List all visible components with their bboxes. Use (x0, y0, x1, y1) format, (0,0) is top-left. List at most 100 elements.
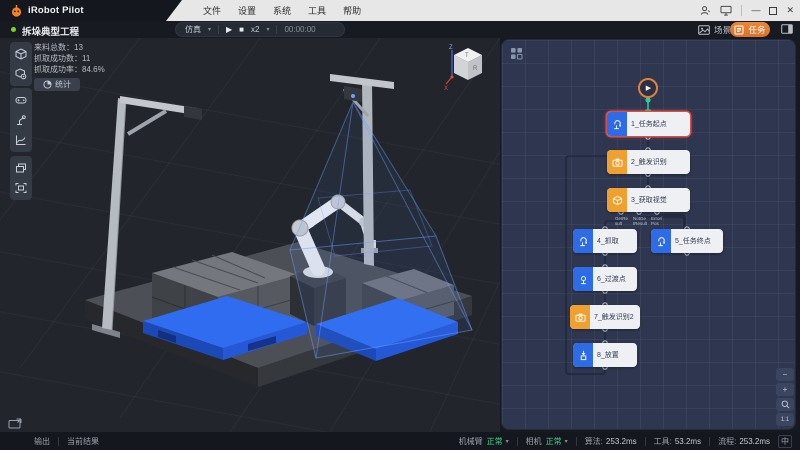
metric-tool-label: 工具: (654, 436, 672, 447)
zoom-search-button[interactable] (776, 398, 794, 411)
cube-face-right: R (473, 66, 478, 72)
cube-settings-button[interactable] (10, 64, 32, 84)
flow-node-2-trigger-recognition[interactable]: 2_触发识别 (607, 150, 690, 174)
start-play-icon: ▶ (646, 84, 651, 92)
stat-total: 来料总数：13 (34, 42, 105, 52)
mode-caret-icon[interactable]: ▾ (208, 26, 211, 33)
maximize-button[interactable] (769, 7, 777, 15)
app-window: iRobot Pilot 文件 设置 系统 工具 帮助 — ✕ (0, 0, 800, 450)
cube-icon (15, 48, 27, 60)
metric-flow-label: 流程: (718, 436, 736, 447)
camera-icon (607, 150, 627, 174)
pill-separator (276, 25, 277, 34)
menu-file[interactable]: 文件 (203, 4, 221, 17)
toolgroup-control (10, 88, 32, 152)
language-indicator[interactable]: 中 (778, 435, 792, 448)
speed-caret-icon[interactable]: ▾ (266, 26, 269, 33)
project-status-dot (11, 27, 16, 32)
axis-z-label: Z (449, 45, 453, 51)
metric-algorithm-value: 253.2ms (606, 437, 637, 446)
flow-edges (502, 40, 795, 429)
scene-picture-icon (698, 25, 710, 35)
tab-scene[interactable]: 场景 (698, 22, 731, 37)
node-label: 4_抓取 (593, 236, 619, 246)
close-button[interactable]: ✕ (786, 0, 794, 21)
tab-output[interactable]: 输出 (34, 436, 50, 447)
port-not-get-result[interactable]: NotGetResult (633, 216, 647, 226)
zoom-in-button[interactable]: + (776, 383, 794, 396)
tab-current-result[interactable]: 当前结果 (67, 436, 99, 447)
place-down-icon (573, 343, 593, 367)
robot-gripper-icon (651, 229, 671, 253)
statistics-button[interactable]: 统计 (34, 78, 80, 91)
app-logo-area: iRobot Pilot (0, 0, 182, 21)
port-error[interactable]: Error/Pos (651, 216, 665, 226)
minimize-button[interactable]: — (751, 0, 760, 21)
device-camera-caret-icon[interactable]: ▾ (565, 438, 568, 445)
task-flow-panel[interactable]: ▶ 1_任务起点 2_触发识别 3_获取视觉 GetResult NotGetR… (502, 40, 795, 429)
layers-icon (15, 162, 27, 174)
flow-node-5-task-end[interactable]: 5_任务终点 (651, 229, 723, 253)
speed-select[interactable]: x2 (251, 25, 259, 34)
metric-flow-value: 253.2ms (739, 437, 770, 446)
node-label: 7_触发识别2 (590, 312, 634, 322)
stop-button[interactable]: ■ (239, 23, 244, 36)
zoom-out-button[interactable]: − (776, 368, 794, 381)
zoom-reset-button[interactable]: 1:1 (776, 413, 794, 426)
jog-control-button[interactable] (10, 90, 32, 110)
statusbar-separator (709, 437, 710, 446)
trajectory-chart-button[interactable] (10, 130, 32, 150)
title-bar: iRobot Pilot 文件 设置 系统 工具 帮助 — ✕ (0, 0, 800, 21)
menu-system[interactable]: 系统 (273, 4, 291, 17)
robot-config-button[interactable] (10, 110, 32, 130)
flow-node-6-waypoint[interactable]: 6_过渡点 (573, 267, 637, 291)
cube-face-top: T (465, 53, 469, 59)
pie-chart-icon (43, 80, 52, 89)
stat-success-rate: 抓取成功率：84.6% (34, 64, 105, 74)
toolgroup-view (10, 42, 32, 86)
layers-button[interactable] (10, 158, 32, 178)
view-orientation-cube[interactable]: Z X T R (443, 42, 489, 94)
snapshot-button[interactable] (10, 178, 32, 198)
view-cube-button[interactable] (10, 44, 32, 64)
cube-gear-icon (15, 68, 27, 80)
task-flow-icon (734, 25, 744, 35)
titlebar-separator (741, 5, 742, 16)
device-arm-status: 正常 (487, 436, 503, 447)
node-label: 5_任务终点 (671, 236, 711, 246)
flow-node-7-trigger-recognition-2[interactable]: 7_触发识别2 (570, 305, 640, 329)
flow-zoom-controls: − + 1:1 (776, 368, 794, 428)
camera-icon (570, 305, 590, 329)
output-panel-expand-icon[interactable] (8, 418, 22, 429)
tab-task-label: 任务 (748, 24, 765, 36)
3d-viewport[interactable]: 来料总数：13 抓取成功数：11 抓取成功率：84.6% 统计 Z X (0, 38, 500, 432)
node-label: 8_放置 (593, 350, 619, 360)
project-title: 拆垛典型工程 (22, 24, 79, 38)
device-arm-caret-icon[interactable]: ▾ (506, 438, 509, 445)
monitor-icon[interactable] (720, 5, 732, 16)
3d-scene (0, 38, 500, 432)
panel-toggle-icon[interactable] (781, 24, 793, 34)
flow-node-8-place[interactable]: 8_放置 (573, 343, 637, 367)
port-get-result[interactable]: GetResult (615, 216, 629, 226)
user-icon[interactable] (700, 5, 711, 16)
metric-tool-value: 53.2ms (675, 437, 701, 446)
menu-tools[interactable]: 工具 (308, 4, 326, 17)
menu-help[interactable]: 帮助 (343, 4, 361, 17)
flow-node-4-grab[interactable]: 4_抓取 (573, 229, 637, 253)
node-label: 3_获取视觉 (627, 195, 667, 205)
grab-statistics: 来料总数：13 抓取成功数：11 抓取成功率：84.6% 统计 (34, 42, 105, 91)
flow-start-node[interactable]: ▶ (638, 78, 658, 98)
mode-select[interactable]: 仿真 (185, 24, 201, 35)
robot-arm-icon (15, 114, 27, 126)
robot-gripper-icon (573, 229, 593, 253)
app-logo-icon (10, 4, 23, 17)
tab-task-active[interactable]: 任务 (730, 22, 770, 37)
toolgroup-capture (10, 156, 32, 200)
vision-box-icon (607, 188, 627, 212)
play-button[interactable]: ▶ (226, 23, 232, 36)
menu-settings[interactable]: 设置 (238, 4, 256, 17)
flow-node-3-get-vision[interactable]: 3_获取视觉 (607, 188, 690, 212)
main-toolbar: 拆垛典型工程 仿真 ▾ ▶ ■ x2 ▾ 00:00:00 场景 (0, 21, 800, 38)
flow-node-1-task-start[interactable]: 1_任务起点 (607, 112, 690, 136)
